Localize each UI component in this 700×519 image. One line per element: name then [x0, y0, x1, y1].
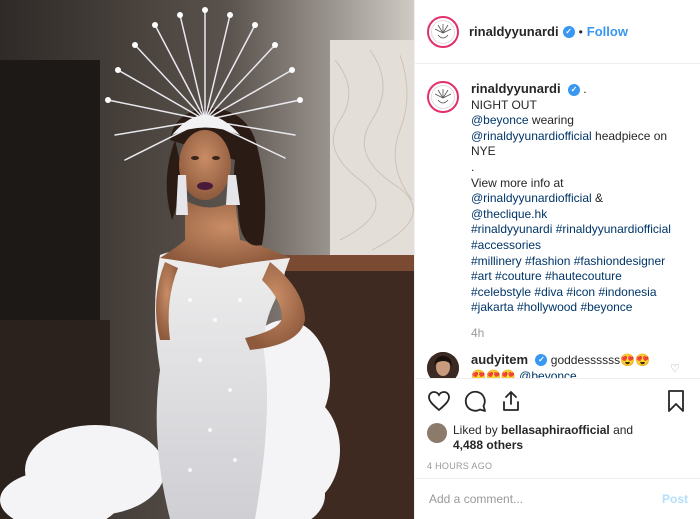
comment-input[interactable] — [429, 492, 662, 506]
caption-text-span: headpiece on — [591, 128, 668, 143]
mention-link[interactable]: @beyonce — [471, 113, 529, 127]
likes-and: and — [609, 423, 634, 437]
caption-line: View more info at — [471, 175, 564, 190]
hashtags-line: #jakarta #hollywood #beyonce — [471, 300, 688, 316]
hashtag-link[interactable]: #indonesia — [598, 285, 656, 299]
likes-prefix: Liked by — [453, 423, 502, 437]
comment-emoji: 😍😍😍 — [471, 368, 516, 379]
heart-icon[interactable] — [427, 389, 451, 413]
hashtag-link[interactable]: #millinery — [471, 254, 522, 268]
action-bar — [427, 379, 688, 423]
author-username[interactable]: rinaldyyunardi — [469, 24, 559, 39]
hashtag-link[interactable]: #beyonce — [580, 300, 632, 314]
hashtag-link[interactable]: #celebstyle — [471, 285, 531, 299]
author-logo — [431, 19, 455, 44]
hashtag-link[interactable]: #hautecouture — [545, 269, 622, 283]
hashtag-link[interactable]: #icon — [566, 285, 595, 299]
likes-text: Liked by bellasaphiraofficial and 4,488 … — [453, 423, 633, 453]
hashtag-link[interactable]: #couture — [495, 269, 542, 283]
caption: rinaldyyunardi ✓ . NIGHT OUT @beyonce we… — [427, 81, 688, 342]
post-sidebar: rinaldyyunardi ✓ • Follow rinaldyyunardi… — [414, 0, 700, 519]
hashtag-link[interactable]: #rinaldyyunardi — [471, 222, 552, 236]
hashtags-line: #art #couture #hautecouture — [471, 269, 688, 285]
caption-logo — [431, 85, 455, 109]
caption-avatar[interactable] — [427, 81, 459, 113]
instagram-post: rinaldyyunardi ✓ • Follow rinaldyyunardi… — [0, 0, 700, 519]
comment-body: goddessssss😍😍 — [550, 352, 651, 367]
crown-logo-icon — [434, 89, 452, 104]
verified-badge-icon: ✓ — [567, 83, 580, 96]
hashtags-line: #millinery #fashion #fashiondesigner — [471, 254, 688, 270]
mention-link[interactable]: @beyonce — [519, 369, 577, 379]
hashtag-link[interactable]: #art — [471, 269, 492, 283]
comment-text: audyitem ✓ goddessssss😍😍 😍😍😍 @beyonce — [471, 352, 688, 379]
caption-line: NIGHT OUT — [471, 97, 537, 112]
liker-avatar[interactable] — [427, 423, 447, 443]
hashtag-link[interactable]: #jakarta — [471, 300, 514, 314]
avatar-photo — [427, 351, 459, 378]
hashtag-link[interactable]: #hollywood — [517, 300, 577, 314]
author-avatar[interactable] — [427, 15, 459, 48]
crown-logo-icon — [434, 23, 452, 38]
comment-icon[interactable] — [463, 389, 487, 413]
post-header: rinaldyyunardi ✓ • Follow — [415, 0, 700, 64]
likes-count[interactable]: 4,488 others — [453, 438, 523, 452]
caption-dot: . — [583, 82, 587, 96]
bookmark-icon[interactable] — [664, 389, 688, 413]
mention-link[interactable]: @rinaldyyunardiofficial — [471, 191, 592, 205]
post-comment-button[interactable]: Post — [662, 492, 688, 506]
commenter-username[interactable]: audyitem — [471, 352, 528, 367]
mention-link[interactable]: @rinaldyyunardiofficial — [471, 129, 592, 143]
separator-dot: • — [578, 24, 583, 39]
comments-list[interactable]: rinaldyyunardi ✓ . NIGHT OUT @beyonce we… — [415, 65, 700, 378]
mention-link[interactable]: @theclique.hk — [471, 207, 547, 221]
hashtag-link[interactable]: #fashion — [525, 254, 570, 268]
verified-badge-icon: ✓ — [535, 354, 548, 367]
verified-badge-icon: ✓ — [562, 25, 575, 38]
caption-line: NYE — [471, 144, 496, 159]
caption-time[interactable]: 4h — [471, 326, 688, 342]
hashtags-line: #celebstyle #diva #icon #indonesia — [471, 285, 688, 301]
hashtag-link[interactable]: #accessories — [471, 238, 541, 252]
post-actions: Liked by bellasaphiraofficial and 4,488 … — [415, 378, 700, 475]
post-image — [0, 0, 414, 519]
add-comment-bar: Post — [415, 478, 700, 519]
caption-text: rinaldyyunardi ✓ . NIGHT OUT @beyonce we… — [471, 81, 688, 342]
follow-button[interactable]: Follow — [587, 24, 628, 39]
caption-line: . — [471, 159, 475, 174]
hashtag-link[interactable]: #rinaldyyunardiofficial — [556, 222, 671, 236]
caption-username[interactable]: rinaldyyunardi — [471, 81, 561, 96]
hashtags-line: #accessories — [471, 238, 688, 254]
caption-text-span: & — [591, 191, 604, 206]
post-photo[interactable] — [0, 0, 414, 519]
comment-item: audyitem ✓ goddessssss😍😍 😍😍😍 @beyonce — [427, 351, 688, 379]
caption-text-span: wearing — [528, 113, 574, 128]
hashtags-line: #rinaldyyunardi #rinaldyyunardiofficial — [471, 222, 688, 238]
hashtag-link[interactable]: #diva — [534, 285, 563, 299]
likes-summary: Liked by bellasaphiraofficial and 4,488 … — [427, 423, 688, 453]
liker-username[interactable]: bellasaphiraofficial — [501, 423, 610, 437]
commenter-avatar[interactable] — [427, 351, 459, 378]
post-timestamp[interactable]: 4 HOURS AGO — [427, 461, 688, 471]
hashtag-link[interactable]: #fashiondesigner — [574, 254, 665, 268]
share-icon[interactable] — [499, 389, 523, 413]
comment-like-icon[interactable]: ♡ — [670, 362, 680, 375]
